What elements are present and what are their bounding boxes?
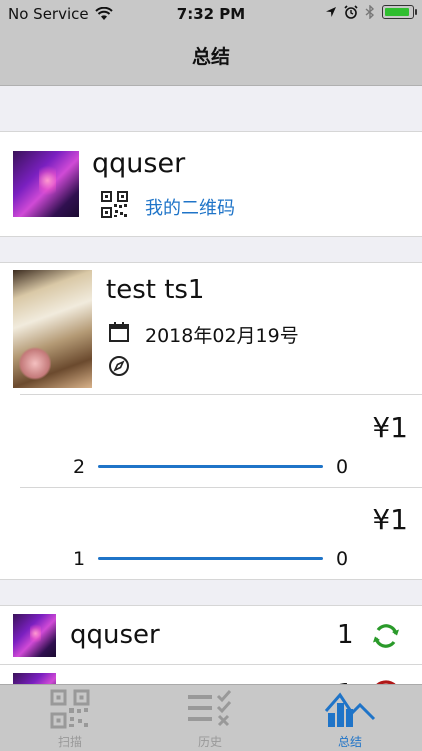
history-list-icon	[188, 690, 232, 727]
tab-history[interactable]: 历史	[140, 685, 280, 751]
location-icon	[326, 7, 336, 17]
bluetooth-icon	[365, 5, 375, 19]
stat-left-value: 1	[73, 548, 86, 570]
stat-amount: ¥1	[372, 411, 408, 444]
page-title: 总结	[191, 46, 230, 68]
profile-avatar	[13, 151, 79, 217]
qr-code-link[interactable]: 我的二维码	[145, 194, 235, 220]
refresh-icon[interactable]	[370, 620, 402, 652]
stat-amount: ¥1	[372, 503, 408, 536]
stat-right-value: 0	[336, 456, 349, 478]
battery-icon	[382, 5, 417, 19]
player-avatar	[13, 614, 56, 657]
event-photo	[13, 270, 92, 388]
status-bar: No Service 7:32 PM	[0, 0, 422, 28]
event-title: test ts1	[106, 275, 205, 305]
nav-bar: 总结	[0, 28, 422, 86]
tab-bar: 扫描 历史 总结	[0, 684, 422, 751]
profile-username: qquser	[92, 148, 186, 179]
tab-scan-label: 扫描	[57, 735, 82, 749]
divider	[20, 487, 422, 488]
stat-progress-bar	[98, 557, 323, 560]
player-name: qquser	[70, 620, 160, 650]
event-date: 2018年02月19号	[145, 325, 299, 347]
divider	[20, 394, 422, 395]
alarm-icon	[344, 5, 358, 19]
tab-scan[interactable]: 扫描	[0, 685, 140, 751]
stat-left-value: 2	[73, 456, 86, 478]
tab-summary-label: 总结	[337, 735, 362, 749]
qr-scan-icon	[50, 689, 90, 729]
stat-right-value: 0	[336, 548, 349, 570]
tab-summary[interactable]: 总结	[280, 685, 420, 751]
profile-section[interactable]: qquser 我的二维码	[0, 131, 422, 237]
list-item[interactable]: qquser 1	[0, 606, 422, 664]
qr-code-icon[interactable]	[101, 191, 128, 218]
tab-history-label: 历史	[197, 735, 222, 749]
compass-icon	[109, 356, 129, 376]
stat-progress-bar	[98, 465, 323, 468]
event-section: test ts1 2018年02月19号 ¥1 2 0 ¥1 1 0	[0, 262, 422, 580]
player-count: 1	[337, 620, 354, 650]
calendar-icon	[109, 322, 129, 342]
chart-icon	[324, 692, 376, 727]
